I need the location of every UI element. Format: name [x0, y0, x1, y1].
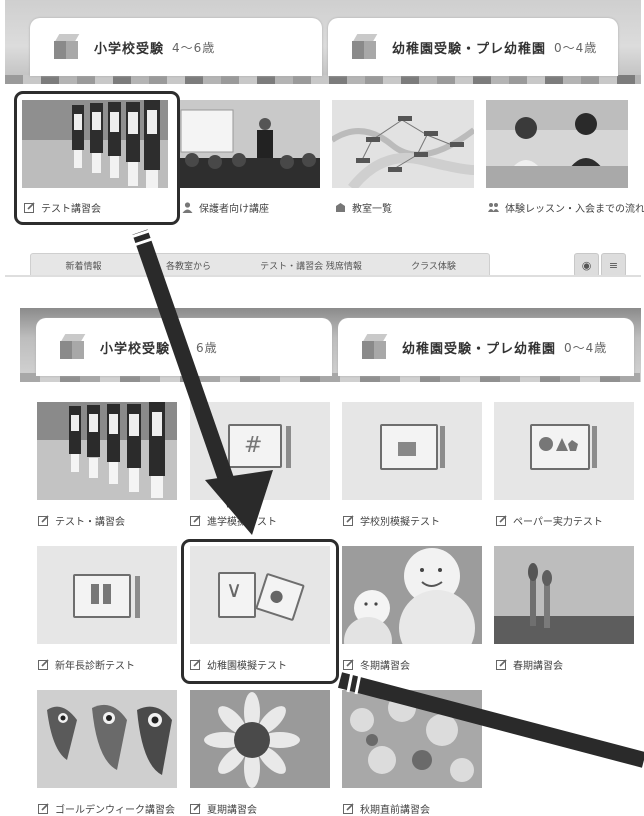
annotation-arrows: [127, 228, 644, 768]
arrow-shaft: [132, 229, 243, 508]
arrow-shaft: [337, 672, 644, 768]
arrow-head: [205, 470, 273, 535]
